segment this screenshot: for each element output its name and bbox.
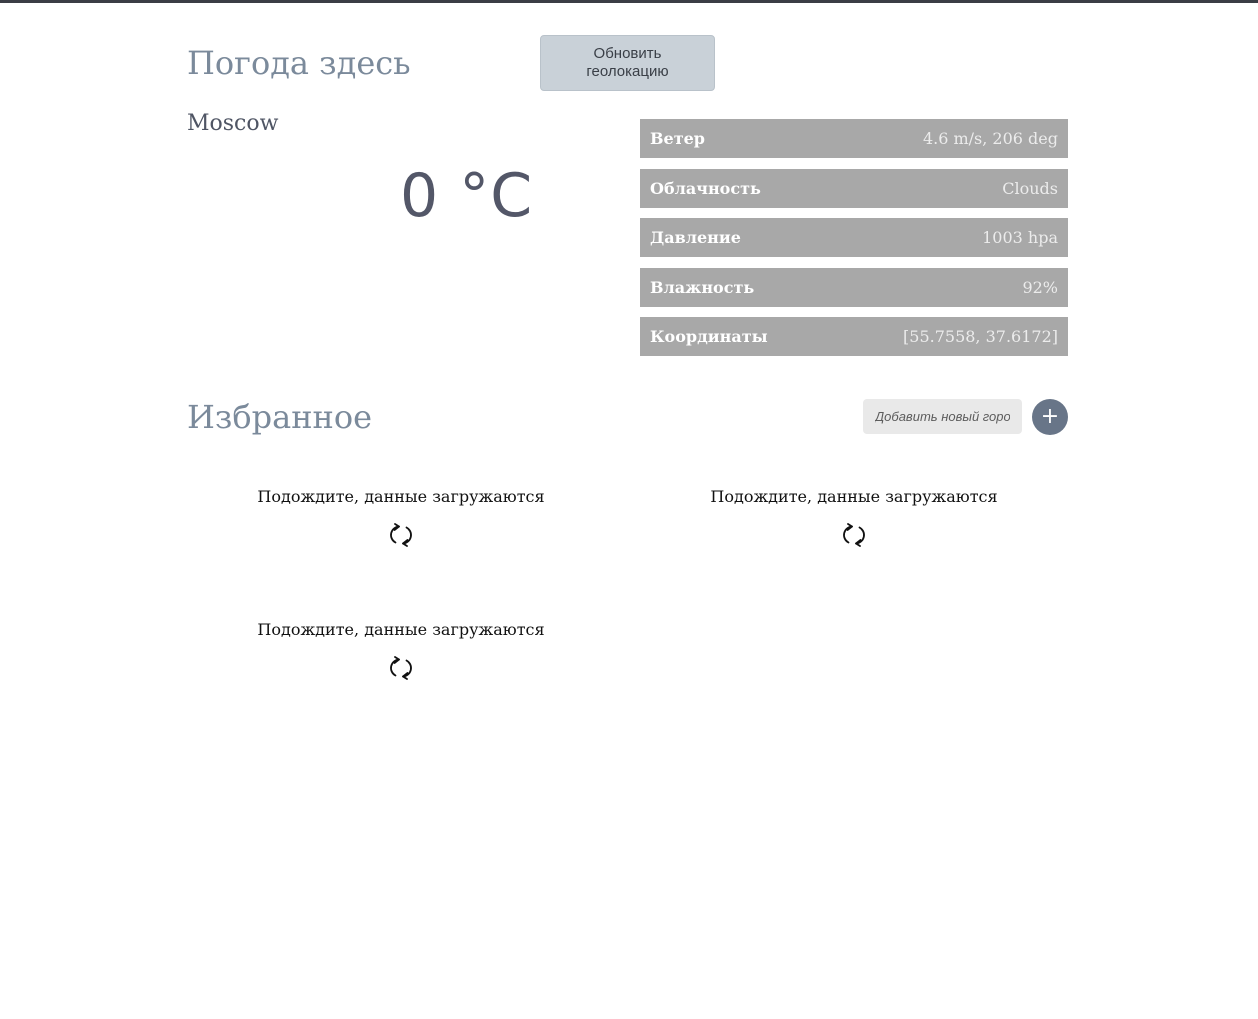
refresh-icon xyxy=(388,522,414,552)
detail-label: Давление xyxy=(650,228,741,247)
favorite-card-loading: Подождите, данные загружаются xyxy=(251,620,551,685)
detail-value: 92% xyxy=(1022,277,1058,297)
add-city-input[interactable] xyxy=(863,399,1022,434)
loading-message: Подождите, данные загружаются xyxy=(257,620,545,639)
weather-details-list: Ветер 4.6 m/s, 206 deg Облачность Clouds… xyxy=(640,119,1068,367)
detail-value: Clouds xyxy=(1002,178,1058,198)
detail-value: 1003 hpa xyxy=(982,228,1058,247)
loading-message: Подождите, данные загружаются xyxy=(257,487,545,506)
detail-label: Координаты xyxy=(650,327,768,346)
detail-value: 4.6 m/s, 206 deg xyxy=(922,129,1058,148)
detail-label: Облачность xyxy=(650,178,761,198)
detail-label: Влажность xyxy=(650,277,755,297)
page-title: Погода здесь xyxy=(187,44,411,82)
favorites-title: Избранное xyxy=(187,398,373,436)
detail-row-coordinates: Координаты [55.7558, 37.6172] xyxy=(640,317,1068,356)
detail-row-wind: Ветер 4.6 m/s, 206 deg xyxy=(640,119,1068,158)
refresh-geolocation-button[interactable]: Обновить геолокацию xyxy=(540,35,715,91)
refresh-icon xyxy=(841,522,867,552)
detail-value: [55.7558, 37.6172] xyxy=(903,327,1058,346)
add-city-button[interactable]: + xyxy=(1032,399,1068,435)
detail-row-pressure: Давление 1003 hpa xyxy=(640,218,1068,257)
favorite-card-loading: Подождите, данные загружаются xyxy=(251,487,551,552)
favorite-card-loading: Подождите, данные загружаются xyxy=(704,487,1004,552)
detail-row-clouds: Облачность Clouds xyxy=(640,168,1068,208)
refresh-icon xyxy=(388,655,414,685)
detail-row-humidity: Влажность 92% xyxy=(640,267,1068,307)
loading-message: Подождите, данные загружаются xyxy=(710,487,998,506)
detail-label: Ветер xyxy=(650,129,705,148)
temperature: 0 °C xyxy=(400,161,534,231)
city-name: Moscow xyxy=(187,111,279,136)
